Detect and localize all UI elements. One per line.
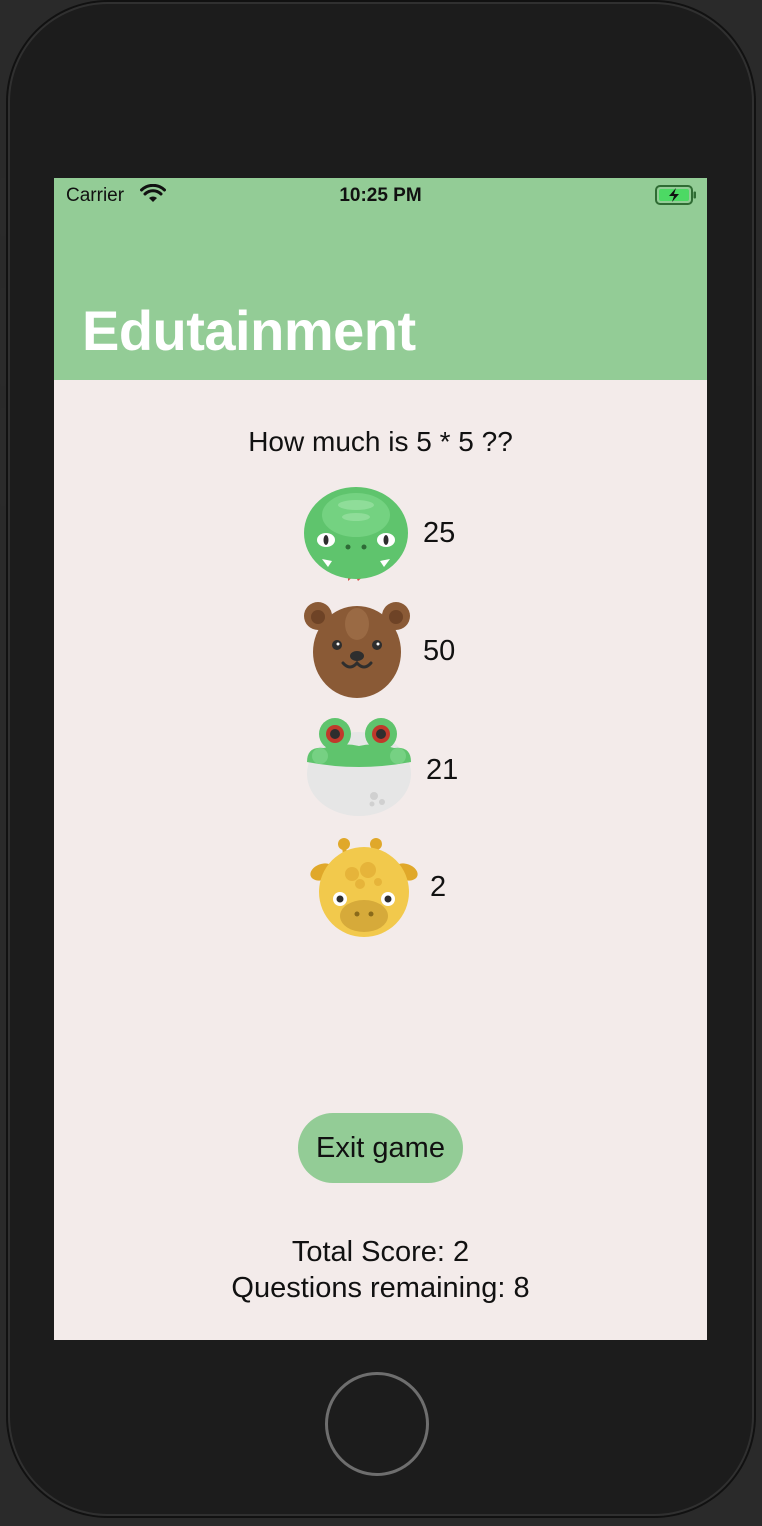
snake-icon	[304, 487, 408, 581]
frog-icon	[307, 718, 411, 816]
bear-icon	[304, 602, 410, 698]
score-panel: Total Score: 2 Questions remaining: 8	[54, 1234, 707, 1306]
answer-label: 50	[423, 635, 456, 667]
answer-button-giraffe[interactable]: 2	[310, 836, 470, 937]
answer-label: 21	[426, 754, 459, 786]
app-screen: Carrier 10:25 PM Edutainment How much is…	[54, 178, 707, 1340]
answer-button-frog[interactable]: 21	[302, 716, 462, 816]
answer-label: 2	[430, 871, 447, 903]
battery-charging-icon	[655, 185, 697, 210]
total-score-label: Total Score: 2	[291, 1236, 470, 1268]
exit-game-button[interactable]: Exit game	[298, 1113, 463, 1183]
question-label: How much is 5 * 5 ??	[248, 426, 513, 457]
status-time: 10:25 PM	[339, 185, 422, 206]
power-button	[756, 287, 762, 387]
navigation-bar: Carrier 10:25 PM Edutainment	[54, 178, 707, 380]
volume-down-button	[0, 407, 6, 507]
answer-label: 25	[423, 517, 456, 549]
mute-switch	[0, 177, 6, 237]
status-bar: Carrier 10:25 PM	[54, 178, 707, 214]
volume-up-button	[0, 287, 6, 387]
answer-button-snake[interactable]: 25	[302, 483, 462, 583]
questions-remaining-label: Questions remaining: 8	[231, 1272, 530, 1304]
giraffe-icon	[310, 838, 418, 937]
page-title: Edutainment	[82, 299, 416, 362]
answer-button-bear[interactable]: 50	[302, 600, 462, 700]
home-button[interactable]	[325, 1372, 429, 1476]
simulator-window: Carrier 10:25 PM Edutainment How much is…	[0, 0, 762, 1526]
